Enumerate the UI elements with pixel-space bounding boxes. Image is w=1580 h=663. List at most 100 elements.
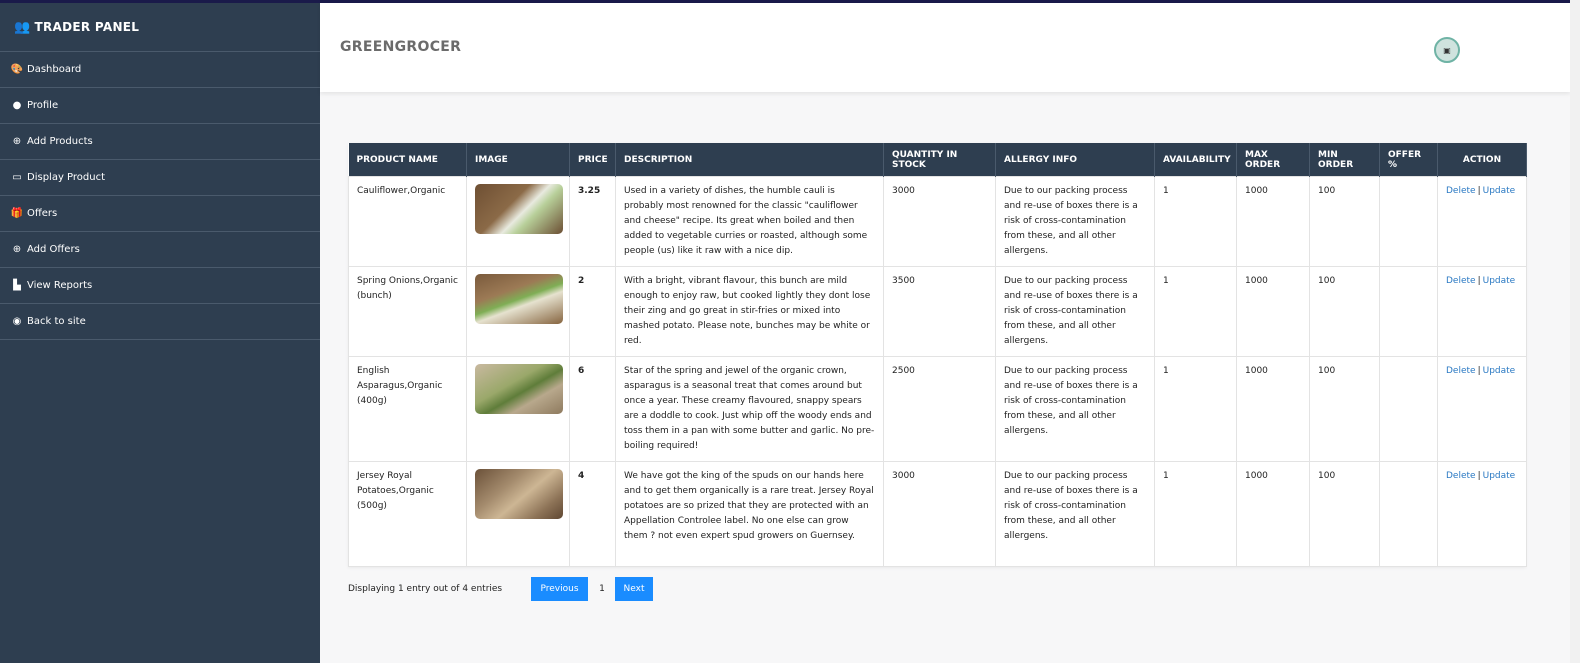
product-allergy: Due to our packing process and re-use of…	[995, 461, 1155, 567]
product-availability: 1	[1154, 266, 1237, 357]
page-title: GREENGROCER	[340, 39, 462, 55]
product-offer	[1379, 266, 1438, 357]
product-min-order: 100	[1309, 356, 1380, 462]
chart-icon: ▙	[13, 280, 21, 291]
users-icon: 👥	[14, 19, 31, 35]
product-offer	[1379, 461, 1438, 567]
product-description: Star of the spring and jewel of the orga…	[615, 356, 884, 462]
action-cell: Delete | Update	[1437, 356, 1527, 462]
product-price: 2	[569, 266, 616, 357]
delete-link[interactable]: Delete	[1446, 186, 1476, 196]
sidebar-item-label: View Reports	[27, 280, 93, 291]
product-quantity: 3000	[883, 176, 996, 267]
sidebar-item-display-product[interactable]: ▭ Display Product	[0, 160, 320, 196]
table-row: Cauliflower,Organic 3.25 Used in a varie…	[348, 176, 1527, 267]
product-price: 6	[569, 356, 616, 462]
table-header-row: PRODUCT NAME IMAGE PRICE DESCRIPTION QUA…	[348, 143, 1527, 177]
product-allergy: Due to our packing process and re-use of…	[995, 356, 1155, 462]
delete-link[interactable]: Delete	[1446, 366, 1476, 376]
product-price: 4	[569, 461, 616, 567]
user-circle-icon: ●	[12, 100, 22, 111]
product-image	[475, 184, 563, 234]
action-separator: |	[1477, 186, 1481, 196]
update-link[interactable]: Update	[1483, 471, 1516, 481]
product-image	[475, 469, 563, 519]
sidebar-item-back-to-site[interactable]: ◉ Back to site	[0, 304, 320, 340]
product-name: Jersey Royal Potatoes,Organic (500g)	[348, 461, 467, 567]
col-max-order: MAX ORDER	[1236, 143, 1310, 177]
sidebar-item-offers[interactable]: 🎁 Offers	[0, 196, 320, 232]
monitor-icon: ▭	[12, 172, 22, 183]
col-description: DESCRIPTION	[615, 143, 884, 177]
product-name: English Asparagus,Organic (400g)	[348, 356, 467, 462]
product-price: 3.25	[569, 176, 616, 267]
product-allergy: Due to our packing process and re-use of…	[995, 176, 1155, 267]
palette-icon: 🎨	[10, 64, 24, 75]
product-description: Used in a variety of dishes, the humble …	[615, 176, 884, 267]
product-description: We have got the king of the spuds on our…	[615, 461, 884, 567]
sidebar-item-label: Display Product	[27, 172, 106, 183]
product-availability: 1	[1154, 176, 1237, 267]
page-number[interactable]: 1	[589, 577, 615, 601]
plus-circle-icon: ⊕	[12, 136, 22, 147]
col-offer: OFFER %	[1379, 143, 1438, 177]
sidebar-item-view-reports[interactable]: ▙ View Reports	[0, 268, 320, 304]
update-link[interactable]: Update	[1483, 366, 1516, 376]
delete-link[interactable]: Delete	[1446, 276, 1476, 286]
sidebar-item-add-offers[interactable]: ⊕ Add Offers	[0, 232, 320, 268]
sidebar-item-label: Profile	[27, 100, 59, 111]
product-offer	[1379, 176, 1438, 267]
product-quantity: 2500	[883, 356, 996, 462]
col-allergy: ALLERGY INFO	[995, 143, 1155, 177]
pagination-info: Displaying 1 entry out of 4 entries	[348, 584, 503, 594]
sidebar-item-profile[interactable]: ● Profile	[0, 88, 320, 124]
sidebar-brand[interactable]: 👥 TRADER PANEL	[0, 3, 320, 52]
action-cell: Delete | Update	[1437, 461, 1527, 567]
product-name: Spring Onions,Organic (bunch)	[348, 266, 467, 357]
scrollbar[interactable]	[1570, 0, 1580, 663]
avatar[interactable]: ▣	[1434, 37, 1460, 63]
product-max-order: 1000	[1236, 266, 1310, 357]
sidebar: 👥 TRADER PANEL 🎨 Dashboard ● Profile ⊕ A…	[0, 3, 320, 663]
image-icon: ▣	[1443, 45, 1451, 55]
product-allergy: Due to our packing process and re-use of…	[995, 266, 1155, 357]
delete-link[interactable]: Delete	[1446, 471, 1476, 481]
product-quantity: 3000	[883, 461, 996, 567]
col-product-name: PRODUCT NAME	[348, 143, 467, 177]
product-min-order: 100	[1309, 176, 1380, 267]
update-link[interactable]: Update	[1483, 186, 1516, 196]
sidebar-item-label: Add Products	[27, 136, 93, 147]
product-offer	[1379, 356, 1438, 462]
table-row: English Asparagus,Organic (400g) 6 Star …	[348, 356, 1527, 462]
products-table: PRODUCT NAME IMAGE PRICE DESCRIPTION QUA…	[348, 143, 1527, 567]
sidebar-item-label: Dashboard	[27, 64, 82, 75]
product-availability: 1	[1154, 461, 1237, 567]
product-availability: 1	[1154, 356, 1237, 462]
sidebar-item-label: Back to site	[27, 316, 86, 327]
previous-button[interactable]: Previous	[531, 577, 588, 601]
action-separator: |	[1477, 471, 1481, 481]
col-availability: AVAILABILITY	[1154, 143, 1237, 177]
col-action: ACTION	[1437, 143, 1527, 177]
product-image	[475, 274, 563, 324]
product-name: Cauliflower,Organic	[348, 176, 467, 267]
product-description: With a bright, vibrant flavour, this bun…	[615, 266, 884, 357]
update-link[interactable]: Update	[1483, 276, 1516, 286]
col-min-order: MIN ORDER	[1309, 143, 1380, 177]
action-separator: |	[1477, 366, 1481, 376]
product-image	[475, 364, 563, 414]
product-max-order: 1000	[1236, 176, 1310, 267]
sidebar-item-add-products[interactable]: ⊕ Add Products	[0, 124, 320, 160]
product-quantity: 3500	[883, 266, 996, 357]
next-button[interactable]: Next	[615, 577, 653, 601]
action-separator: |	[1477, 276, 1481, 286]
product-min-order: 100	[1309, 266, 1380, 357]
brand-label: TRADER PANEL	[34, 20, 140, 34]
top-header: GREENGROCER ▣	[320, 3, 1570, 92]
col-price: PRICE	[569, 143, 616, 177]
plus-circle-icon: ⊕	[12, 244, 22, 255]
col-image: IMAGE	[466, 143, 570, 177]
gift-icon: 🎁	[10, 208, 24, 219]
sidebar-item-dashboard[interactable]: 🎨 Dashboard	[0, 52, 320, 88]
globe-icon: ◉	[12, 316, 22, 327]
